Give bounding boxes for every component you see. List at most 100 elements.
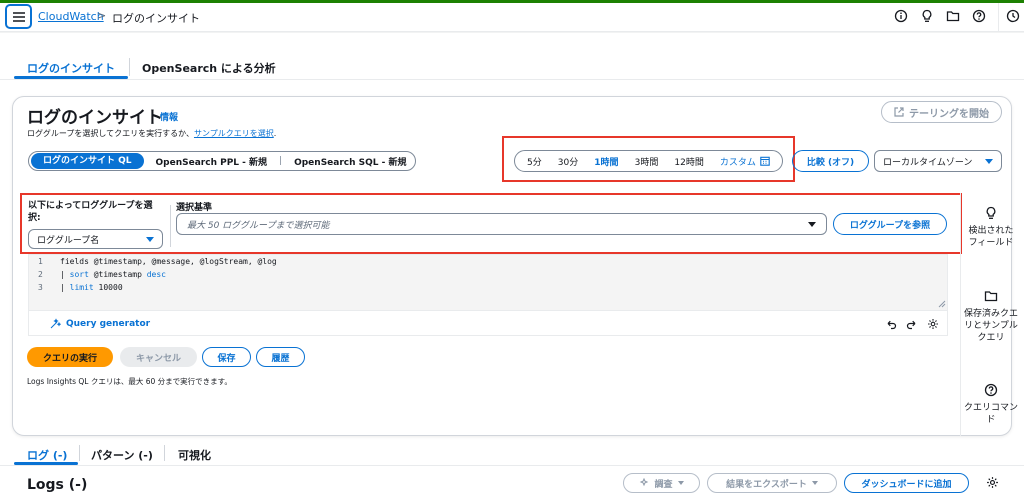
selection-divider [170, 205, 171, 247]
page-description: ロググループを選択してクエリを実行するか、サンプルクエリを選択. [27, 128, 276, 139]
add-to-dashboard-button[interactable]: ダッシュボードに追加 [844, 473, 969, 493]
editor-footer [28, 311, 948, 336]
page-title: ログのインサイト [27, 108, 163, 128]
line-number: 3 [38, 283, 43, 292]
settings-gear-icon[interactable] [986, 476, 999, 489]
tab-baseline [0, 465, 1024, 466]
chevron-down-icon [985, 158, 993, 164]
sample-query-link[interactable]: サンプルクエリを選択 [194, 129, 274, 138]
export-results-label: 結果をエクスポート [726, 479, 807, 490]
query-generator-label: Query generator [66, 318, 151, 329]
calendar-icon [760, 156, 770, 166]
timezone-value: ローカルタイムゾーン [883, 157, 973, 168]
lang-log-insights-ql[interactable]: ログのインサイト QL [31, 153, 144, 169]
description-text: ロググループを選択してクエリを実行するか、 [27, 129, 194, 138]
folder-icon[interactable] [946, 9, 960, 23]
log-group-input[interactable]: 最大 50 ロググループまで選択可能 [176, 213, 827, 235]
side-discovered-fields-label: 検出されたフィールド [968, 226, 1014, 248]
query-generator-button[interactable]: Query generator [50, 318, 150, 329]
breadcrumb-cloudwatch[interactable]: CloudWatch [38, 10, 104, 23]
tab-divider [129, 58, 130, 76]
chevron-down-icon [677, 481, 684, 485]
tab-log-insights[interactable]: ログのインサイト [27, 60, 115, 76]
lightbulb-icon [984, 206, 998, 220]
breadcrumb-current: ログのインサイト [112, 12, 200, 25]
settings-gear-icon[interactable] [927, 318, 939, 330]
browse-log-groups-button[interactable]: ロググループを参照 [833, 213, 947, 235]
line-number: 2 [38, 270, 43, 279]
code-pipe: | [60, 283, 70, 292]
time-range-selector: 5分 30分 1時間 3時間 12時間 カスタム [514, 150, 783, 172]
query-limit-note: Logs Insights QL クエリは、最大 60 分まで実行できます。 [27, 377, 232, 386]
code-command: limit [69, 283, 94, 292]
log-group-placeholder: 最大 50 ロググループまで選択可能 [187, 220, 330, 231]
breadcrumb-separator: > [97, 9, 107, 22]
tab-baseline [0, 79, 1024, 80]
chevron-down-icon [146, 236, 154, 242]
help-icon [984, 383, 998, 397]
lightbulb-icon[interactable] [920, 9, 934, 23]
time-option-30m[interactable]: 30分 [558, 155, 578, 168]
code-args: @timestamp [88, 270, 147, 279]
select-by-label: 以下によってロググループを選択: [28, 201, 153, 223]
tab-divider [164, 445, 165, 461]
tab-logs[interactable]: ログ (-) [27, 447, 67, 463]
investigate-button[interactable]: 調査 [623, 473, 700, 493]
code-line-1: fields @timestamp, @message, @logStream,… [60, 257, 277, 266]
custom-label: カスタム [719, 157, 756, 168]
sparkle-icon [640, 478, 649, 487]
external-link-icon [894, 107, 904, 117]
side-saved-queries[interactable]: 保存済みクエリとサンプルクエリ [964, 289, 1018, 344]
time-option-5m[interactable]: 5分 [527, 155, 542, 168]
status-icon[interactable] [1006, 9, 1020, 23]
side-panel-divider [960, 193, 961, 436]
resize-handle-icon[interactable] [938, 300, 946, 308]
folder-icon [984, 289, 998, 303]
time-option-custom[interactable]: カスタム [720, 155, 770, 168]
select-by-dropdown[interactable]: ロググループ名 [28, 229, 163, 249]
code-command: sort [69, 270, 89, 279]
chevron-down-icon [811, 481, 818, 485]
lang-opensearch-sql[interactable]: OpenSearch SQL - 新規 [282, 155, 418, 168]
code-keyword: desc [146, 270, 166, 279]
select-by-value: ロググループ名 [37, 235, 100, 246]
side-query-commands[interactable]: クエリコマンド [964, 383, 1018, 426]
lang-opensearch-ppl[interactable]: OpenSearch PPL - 新規 [144, 155, 280, 168]
code-pipe: | [60, 270, 70, 279]
investigate-label: 調査 [654, 479, 673, 490]
start-tailing-button[interactable]: テーリングを開始 [881, 101, 1002, 123]
redo-icon[interactable] [906, 318, 918, 330]
hamburger-icon [12, 11, 25, 22]
time-option-12h[interactable]: 12時間 [674, 155, 703, 168]
info-circle-icon[interactable] [894, 9, 908, 23]
criteria-label: 選択基準 [176, 203, 213, 213]
compare-button[interactable]: 比較 (オフ) [792, 150, 869, 172]
query-language-selector: ログのインサイト QL OpenSearch PPL - 新規 | OpenSe… [28, 151, 416, 171]
help-icon[interactable] [972, 9, 986, 23]
tab-patterns[interactable]: パターン (-) [91, 447, 153, 463]
export-results-button[interactable]: 結果をエクスポート [707, 473, 837, 493]
sparkle-icon [50, 318, 61, 329]
start-tailing-label: テーリングを開始 [909, 108, 989, 120]
history-button[interactable]: 履歴 [256, 347, 305, 367]
code-line-3: | limit 10000 [60, 283, 123, 292]
timezone-select[interactable]: ローカルタイムゾーン [874, 150, 1002, 172]
code-line-2: | sort @timestamp desc [60, 270, 166, 279]
results-title: Logs (-) [27, 477, 88, 493]
time-option-1h[interactable]: 1時間 [594, 155, 618, 168]
code-args: 10000 [93, 283, 123, 292]
tab-divider [79, 445, 80, 461]
line-number: 1 [38, 257, 43, 266]
description-period: . [273, 129, 277, 138]
undo-icon[interactable] [885, 318, 897, 330]
menu-button[interactable] [5, 4, 32, 29]
info-link[interactable]: 情報 [160, 110, 178, 123]
side-discovered-fields[interactable]: 検出されたフィールド [964, 206, 1018, 249]
run-query-button[interactable]: クエリの実行 [27, 347, 113, 367]
tab-visualization[interactable]: 可視化 [178, 447, 211, 463]
time-option-3h[interactable]: 3時間 [635, 155, 659, 168]
save-button[interactable]: 保存 [202, 347, 251, 367]
tab-opensearch-analysis[interactable]: OpenSearch による分析 [142, 60, 276, 76]
cancel-button[interactable]: キャンセル [120, 347, 197, 367]
topbar-divider [998, 3, 999, 32]
